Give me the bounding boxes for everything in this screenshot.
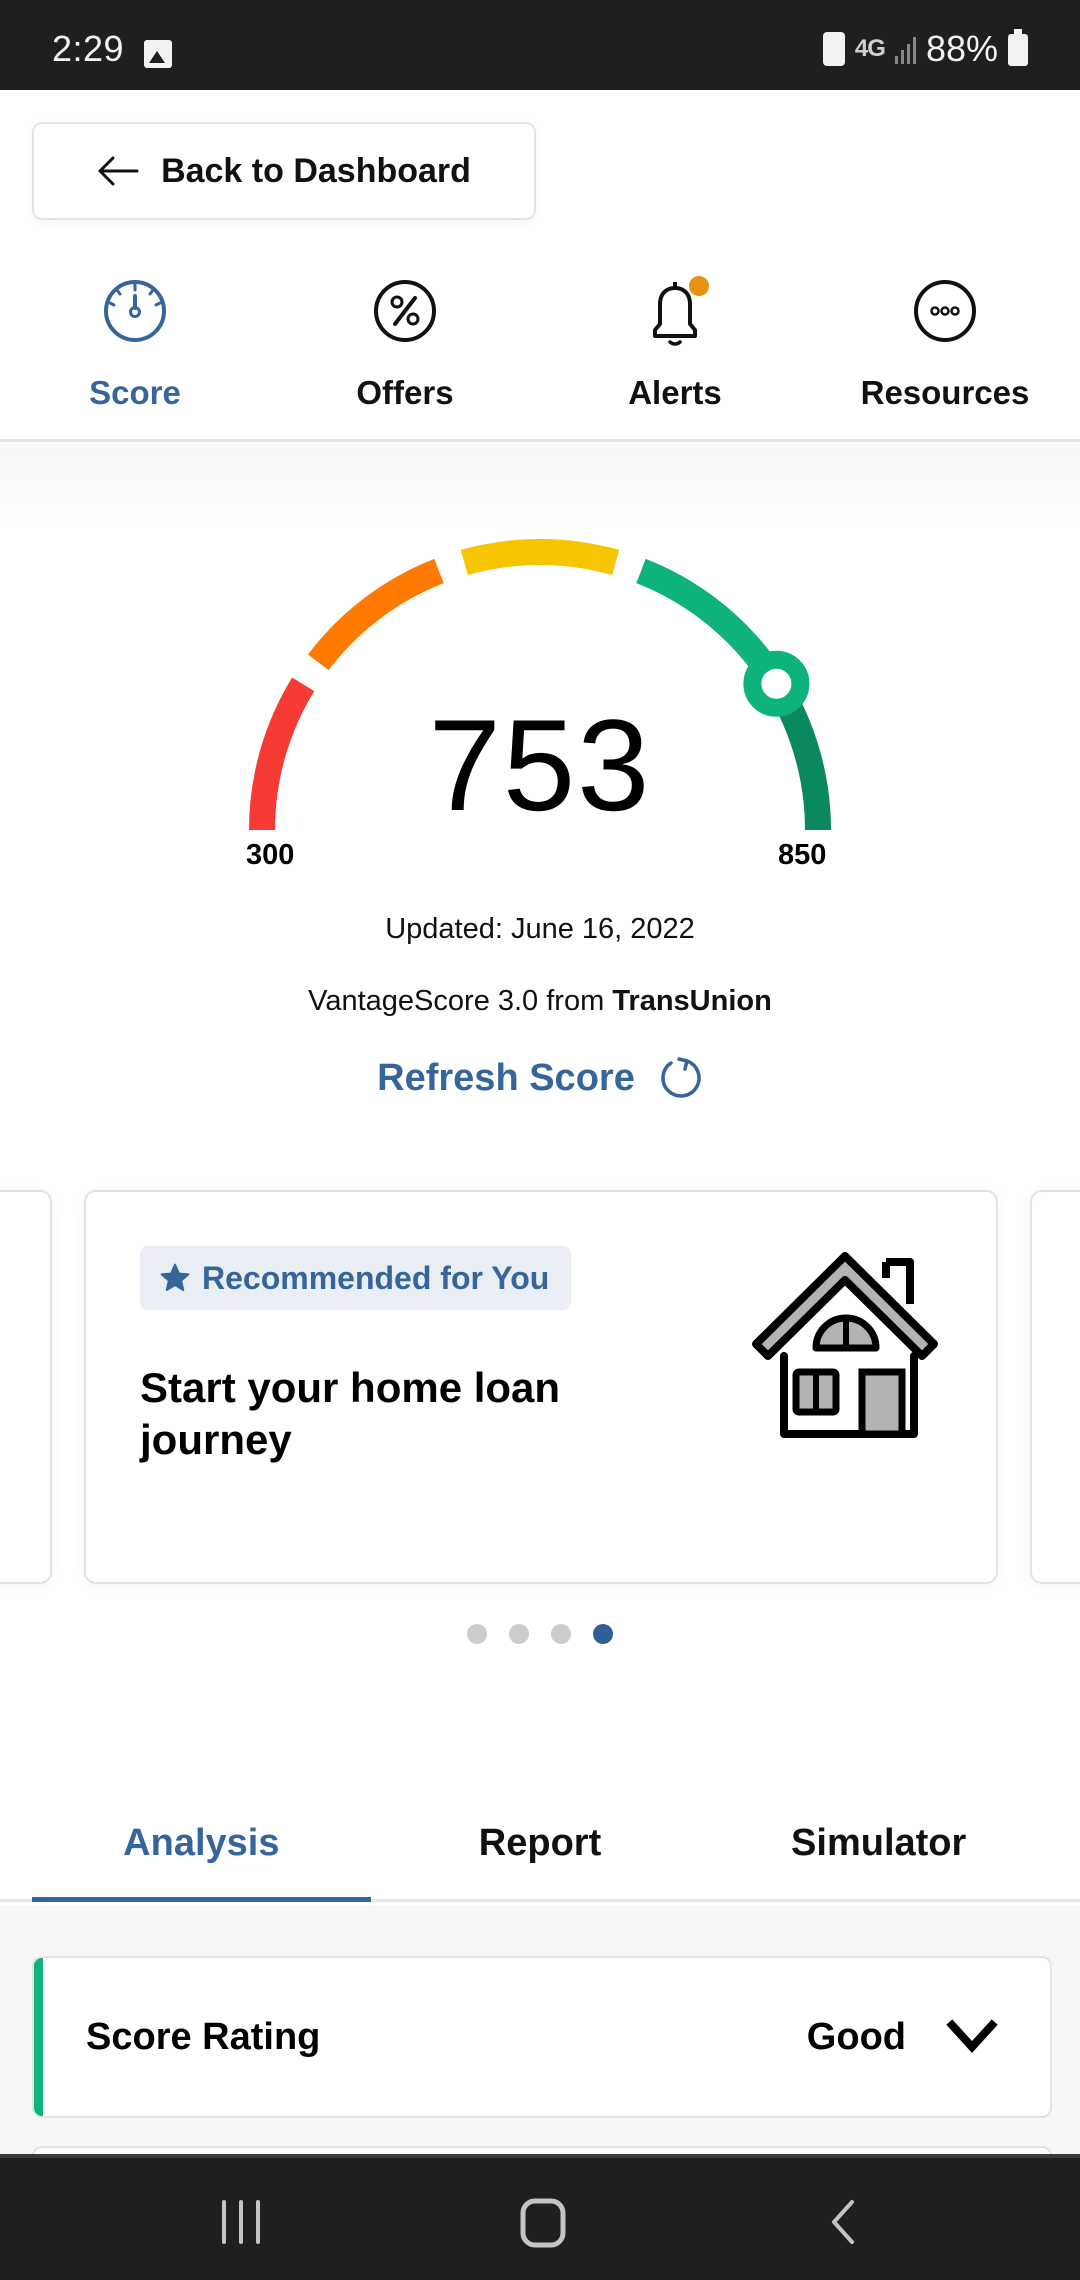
star-icon (160, 1263, 190, 1291)
carousel-card-previous[interactable] (0, 1190, 52, 1584)
bell-icon (640, 276, 710, 346)
refresh-score-button[interactable]: Refresh Score (0, 1055, 1080, 1101)
nav-label-offers: Offers (356, 374, 454, 411)
home-icon[interactable] (519, 2198, 567, 2248)
carousel-pagination (0, 1624, 1080, 1644)
system-navigation-bar (0, 2154, 1080, 2280)
arrow-left-icon (98, 156, 139, 186)
tab-report[interactable]: Report (371, 1810, 710, 1899)
nav-item-resources[interactable]: Resources (810, 262, 1080, 439)
recommended-label: Recommended for You (202, 1259, 550, 1296)
score-provider: VantageScore 3.0 from TransUnion (0, 985, 1080, 1018)
status-bar: 2:29 4G 88% (0, 0, 1080, 90)
nav-label-score: Score (89, 374, 181, 411)
provider-bureau: TransUnion (612, 985, 772, 1017)
tab-analysis[interactable]: Analysis (32, 1810, 371, 1902)
score-value: 753 (428, 692, 652, 838)
gallery-icon (144, 40, 172, 68)
battery-saver-icon (822, 32, 845, 66)
recent-apps-icon[interactable] (218, 2198, 264, 2246)
lte-icon: 4G (854, 35, 886, 62)
percent-icon (370, 276, 440, 346)
nav-label-alerts: Alerts (628, 374, 722, 411)
status-time: 2:29 (52, 28, 125, 69)
carousel-dot-4[interactable] (593, 1624, 613, 1644)
nav-item-offers[interactable]: Offers (270, 262, 540, 439)
nav-item-score[interactable]: Score (0, 262, 270, 439)
updated-date: Updated: June 16, 2022 (385, 913, 695, 945)
chevron-down-icon[interactable] (946, 2019, 998, 2055)
score-rating-label: Score Rating (86, 2015, 321, 2058)
score-rating-accordion[interactable]: Score Rating Good (32, 1956, 1052, 2118)
refresh-icon (661, 1057, 701, 1098)
score-gauge-section: 753 300 850 Updated: June 16, 2022 Vanta… (0, 445, 1080, 1165)
nav-label-resources: Resources (860, 374, 1030, 411)
score-max-label: 850 (778, 839, 827, 871)
top-nav: Score Offers Alerts Resources (0, 262, 1080, 442)
back-icon[interactable] (828, 2198, 858, 2246)
carousel-dot-2[interactable] (509, 1624, 529, 1644)
card-title: Start your home loan journey (140, 1364, 561, 1463)
status-icons: 4G 88% (822, 28, 1028, 70)
gauge-segment-average (460, 539, 620, 576)
nav-item-alerts[interactable]: Alerts (540, 262, 810, 439)
score-min-label: 300 (246, 839, 295, 871)
gauge-segment-good (636, 558, 773, 671)
recommended-badge: Recommended for You (140, 1246, 572, 1310)
alert-badge (689, 276, 709, 296)
carousel-card-home-loan[interactable]: Recommended for You Start your home loan… (84, 1190, 998, 1584)
battery-percent: 88% (925, 28, 998, 69)
provider-model: VantageScore 3.0 from (308, 985, 613, 1017)
battery-icon (1008, 29, 1028, 66)
tab-simulator[interactable]: Simulator (709, 1810, 1048, 1899)
analysis-tabs: Analysis Report Simulator (0, 1810, 1080, 1902)
back-button-label: Back to Dashboard (161, 151, 471, 190)
score-rating-value: Good (806, 2015, 906, 2058)
refresh-score-label: Refresh Score (377, 1056, 635, 1099)
house-icon (752, 1252, 938, 1438)
carousel-dot-1[interactable] (467, 1624, 487, 1644)
recommendation-carousel[interactable]: Recommended for You Start your home loan… (0, 1188, 1080, 1588)
signal-icon (894, 34, 916, 64)
rating-accent-bar (34, 1958, 43, 2116)
speedometer-icon (100, 276, 170, 346)
more-icon (910, 276, 980, 346)
back-to-dashboard-button[interactable]: Back to Dashboard (32, 122, 536, 220)
gauge-segment-fair (307, 558, 444, 671)
carousel-card-next[interactable] (1030, 1190, 1080, 1584)
carousel-dot-3[interactable] (551, 1624, 571, 1644)
